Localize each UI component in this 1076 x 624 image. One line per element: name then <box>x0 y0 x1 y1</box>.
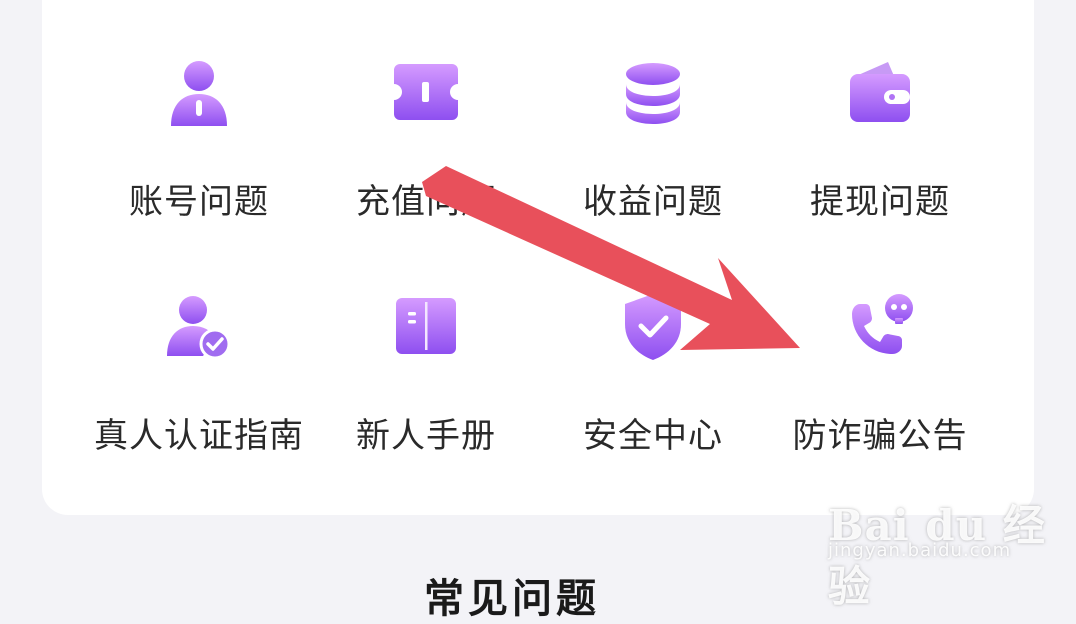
ticket-icon <box>394 64 458 120</box>
help-item-label: 真人认证指南 <box>94 416 304 456</box>
help-item-security-center[interactable]: 安全中心 <box>539 290 767 490</box>
book-icon <box>396 298 456 354</box>
verified-user-icon <box>167 296 231 360</box>
help-item-recharge[interactable]: 充值问题 <box>312 56 540 256</box>
help-item-label: 账号问题 <box>129 182 269 222</box>
help-item-label: 收益问题 <box>583 182 723 222</box>
help-item-earnings[interactable]: 收益问题 <box>539 56 767 256</box>
help-item-label: 提现问题 <box>810 182 950 222</box>
user-icon <box>171 61 227 126</box>
help-item-label: 新人手册 <box>356 416 496 456</box>
coin-stack-icon <box>626 63 680 124</box>
help-item-verification[interactable]: 真人认证指南 <box>85 290 313 490</box>
section-title: 常见问题 <box>424 576 600 622</box>
help-item-label: 充值问题 <box>356 182 496 222</box>
help-item-label: 防诈骗公告 <box>792 416 968 456</box>
help-item-newbie-guide[interactable]: 新人手册 <box>312 290 540 490</box>
help-item-account[interactable]: 账号问题 <box>85 56 313 256</box>
help-card: 账号问题 充值问题 收益问题 提现问题 真人认证指南 新人手册 安全中心 防诈骗… <box>42 0 1034 515</box>
help-item-anti-fraud[interactable]: 防诈骗公告 <box>766 290 994 490</box>
shield-check-icon <box>625 294 681 360</box>
help-item-withdraw[interactable]: 提现问题 <box>766 56 994 256</box>
wallet-icon <box>850 62 910 122</box>
watermark-url: jingyan.baidu.com <box>828 540 1012 561</box>
baidu-watermark: Bai du 经验 jingyan.baidu.com <box>820 470 1050 611</box>
scam-call-icon <box>852 294 913 354</box>
help-item-label: 安全中心 <box>583 416 723 456</box>
